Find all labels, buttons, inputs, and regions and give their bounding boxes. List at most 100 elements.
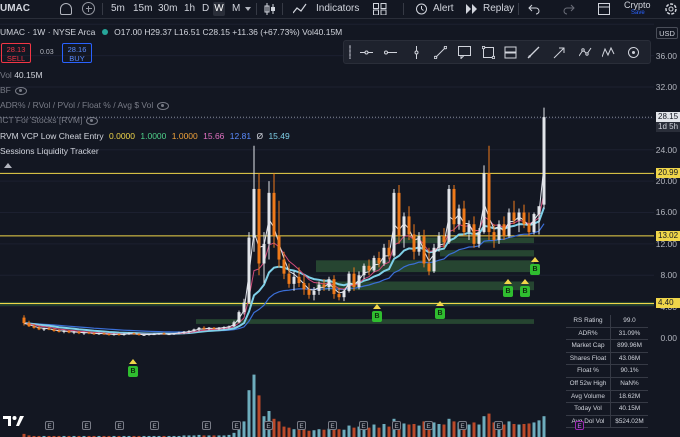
earnings-marker[interactable]: E xyxy=(575,421,584,430)
candle-body xyxy=(32,326,36,328)
undo-icon[interactable] xyxy=(528,3,540,15)
buy-button[interactable]: 28.16 BUY xyxy=(62,43,92,63)
path-icon[interactable] xyxy=(579,46,592,59)
candle-body xyxy=(477,232,481,244)
stats-row: Shares Float 43.06M xyxy=(566,352,648,366)
volume-bar xyxy=(342,429,346,437)
compare-icon[interactable] xyxy=(60,3,72,15)
buy-arrow-icon xyxy=(129,359,137,364)
timeframe-w[interactable]: W xyxy=(213,2,225,16)
earnings-marker[interactable]: E xyxy=(264,421,273,430)
earnings-marker[interactable]: E xyxy=(392,421,401,430)
candle-body xyxy=(102,333,106,335)
earnings-marker[interactable]: E xyxy=(424,421,433,430)
xabcd-pattern-icon[interactable] xyxy=(602,46,615,59)
candle-body xyxy=(247,237,251,303)
candle-body xyxy=(167,334,171,336)
drag-handle-icon[interactable] xyxy=(349,45,351,59)
trend-line-icon[interactable] xyxy=(434,46,447,59)
buy-arrow-icon xyxy=(504,279,512,284)
eye-hidden-icon[interactable] xyxy=(14,86,27,95)
price-tick: 8.00 xyxy=(660,270,677,281)
earnings-marker[interactable]: E xyxy=(297,421,306,430)
indicators-icon[interactable] xyxy=(293,3,307,15)
earnings-marker[interactable]: E xyxy=(150,421,159,430)
layout-icon[interactable] xyxy=(598,3,610,15)
stats-key: Float % xyxy=(566,365,611,377)
eye-hidden-icon[interactable] xyxy=(86,116,99,125)
candle-body xyxy=(462,208,466,233)
timeframe-30m[interactable]: 30m xyxy=(158,0,177,18)
indicators-button[interactable]: Indicators xyxy=(316,0,359,18)
earnings-marker[interactable]: E xyxy=(494,421,503,430)
earnings-marker[interactable]: E xyxy=(359,421,368,430)
drawing-toolbar xyxy=(343,40,651,64)
rectangle-icon[interactable] xyxy=(482,46,495,59)
timeframe-d[interactable]: D xyxy=(202,0,209,18)
liquidity-zone xyxy=(440,250,534,257)
volume-bar xyxy=(347,425,351,437)
timeframe-m[interactable]: M xyxy=(232,0,240,18)
volume-bar xyxy=(287,427,291,437)
settings-icon[interactable] xyxy=(664,2,678,16)
templates-icon[interactable] xyxy=(373,3,387,15)
price-chart[interactable] xyxy=(0,19,654,437)
legend-vcp: RVM VCP Low Cheat Entry 0.0000 1.0000 1.… xyxy=(0,131,290,141)
candle-body xyxy=(367,265,371,271)
volume-bar xyxy=(382,424,386,437)
alarm-clock-icon[interactable] xyxy=(415,2,428,15)
brush-icon[interactable] xyxy=(527,46,540,59)
vcp-value: Ø xyxy=(256,131,264,141)
alert-button[interactable]: Alert xyxy=(433,0,454,18)
stats-value: NaN% xyxy=(620,379,639,387)
candle-body xyxy=(532,214,536,233)
timeframe-5m[interactable]: 5m xyxy=(111,0,125,18)
earnings-marker[interactable]: E xyxy=(328,421,337,430)
candle-body xyxy=(212,327,216,329)
replay-icon[interactable] xyxy=(465,3,479,15)
volume-bar xyxy=(352,427,356,437)
volume-bar xyxy=(532,422,536,437)
volume-bar xyxy=(482,416,486,437)
add-symbol-icon[interactable] xyxy=(82,2,95,15)
eye-hidden-icon[interactable] xyxy=(157,101,170,110)
horizontal-line-icon[interactable] xyxy=(360,46,373,59)
symbol-search[interactable]: UMAC xyxy=(0,0,30,18)
save-status[interactable]: Save xyxy=(631,9,645,17)
currency-button[interactable]: USD xyxy=(656,27,678,39)
sell-button[interactable]: 28.13 SELL xyxy=(1,43,31,63)
vcp-label: RVM VCP Low Cheat Entry xyxy=(0,131,104,141)
candle-body xyxy=(342,290,346,298)
candle-body xyxy=(432,247,436,272)
candle-body xyxy=(77,331,81,334)
volume-bar xyxy=(452,421,456,437)
timeframe-1h[interactable]: 1h xyxy=(184,0,195,18)
candle-body xyxy=(52,329,56,331)
horizontal-ray-icon[interactable] xyxy=(384,46,397,59)
callout-icon[interactable] xyxy=(458,46,471,59)
collapse-legend-icon[interactable] xyxy=(4,163,12,168)
earnings-marker[interactable]: E xyxy=(82,421,91,430)
more-tools-icon[interactable] xyxy=(627,46,640,59)
redo-icon[interactable] xyxy=(563,3,575,15)
long-position-icon[interactable] xyxy=(504,46,517,59)
earnings-marker[interactable]: E xyxy=(115,421,124,430)
vertical-line-icon[interactable] xyxy=(410,46,423,59)
volume-bar xyxy=(527,423,531,437)
timeframe-15m[interactable]: 15m xyxy=(133,0,152,18)
earnings-marker[interactable]: E xyxy=(232,421,241,430)
earnings-marker[interactable]: E xyxy=(45,421,54,430)
earnings-marker[interactable]: E xyxy=(458,421,467,430)
timeframe-dropdown-icon[interactable] xyxy=(245,7,251,11)
stats-value: 99.0 xyxy=(623,317,636,324)
candle-type-icon[interactable] xyxy=(263,3,277,15)
candle-body xyxy=(307,289,311,295)
stats-row: Off 52w High NaN% xyxy=(566,377,648,391)
earnings-marker[interactable]: E xyxy=(202,421,211,430)
arrow-icon[interactable] xyxy=(553,46,566,59)
spread-value: 0.03 xyxy=(40,49,54,56)
volume-bar xyxy=(322,429,326,437)
candle-body xyxy=(282,259,286,274)
replay-button[interactable]: Replay xyxy=(483,0,514,18)
candle-body xyxy=(232,322,236,327)
